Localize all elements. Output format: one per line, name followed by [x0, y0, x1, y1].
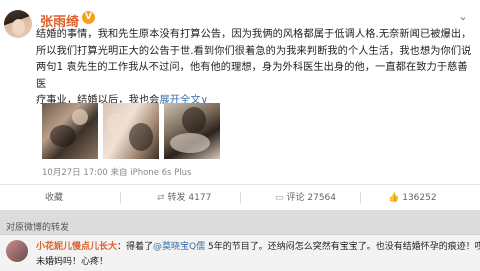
- photo-grid: [42, 103, 222, 159]
- post-photo[interactable]: [164, 103, 220, 159]
- repost-section-title: 对原微博的转发: [6, 223, 70, 233]
- repost-label: 转发 4177: [167, 193, 212, 203]
- like-count: 136252: [402, 193, 437, 203]
- commenter-avatar[interactable]: [6, 240, 28, 262]
- weibo-post: 张雨绮 V ⌄ 结婚的事情，我和先生原本没有打算公告，因为我俩的风格都属于低调人…: [0, 0, 480, 195]
- commenter-name[interactable]: 小花妮儿慢点儿长大: [36, 242, 117, 252]
- comment-label: 评论 27564: [286, 193, 337, 203]
- mention-link[interactable]: @莫晓宝Q儒: [153, 242, 205, 252]
- comment-text: ：得着了: [117, 242, 154, 252]
- post-timestamp: 10月27日 17:00 来自 iPhone 6s Plus: [42, 168, 192, 178]
- avatar[interactable]: [4, 10, 32, 38]
- favorite-label: 收藏: [45, 193, 64, 203]
- repost-icon: ⇄: [157, 193, 165, 203]
- comment-button[interactable]: ▭ 评论 27564: [275, 185, 336, 211]
- post-content-line: 结婚的事情，我和先生原本没有打算公告，因为我俩的风格都属于低调人格.无奈新闻已被…: [36, 29, 472, 40]
- favorite-button[interactable]: 收藏: [45, 185, 63, 211]
- chevron-down-icon[interactable]: ⌄: [457, 11, 469, 23]
- post-content: 结婚的事情，我和先生原本没有打算公告，因为我俩的风格都属于低调人格.无奈新闻已被…: [36, 27, 476, 110]
- verified-badge-icon: V: [82, 11, 95, 24]
- repost-button[interactable]: ⇄ 转发 4177: [157, 185, 211, 211]
- action-bar: 收藏 ⇄ 转发 4177 ▭ 评论 27564 👍 136252: [0, 184, 480, 211]
- comment-line: 未婚妈吗！心疼！: [36, 257, 109, 267]
- post-content-line: 所以我们打算光明正大的公告于世.看到你们很着急的为我来判断我的个人生活，我也想为…: [36, 45, 472, 57]
- comment-line: 小花妮儿慢点儿长大：得着了@莫晓宝Q儒 5年的节目了。还纳闷怎么突然有宝宝了。也…: [36, 239, 480, 252]
- post-photo[interactable]: [103, 103, 159, 159]
- thumbs-up-icon: 👍: [388, 193, 400, 203]
- like-button[interactable]: 👍 136252: [388, 185, 437, 211]
- comment-text: 5年的节目了。还纳闷怎么突然有宝宝了。也没有结婚怀孕的痕迹！哎！: [205, 242, 480, 252]
- post-content-line: 两句1 袁先生的工作我从不过问，他有他的理想，身为外科医生出身的他，一直都在致力…: [36, 62, 468, 90]
- comment-icon: ▭: [275, 193, 284, 203]
- post-photo[interactable]: [42, 103, 98, 159]
